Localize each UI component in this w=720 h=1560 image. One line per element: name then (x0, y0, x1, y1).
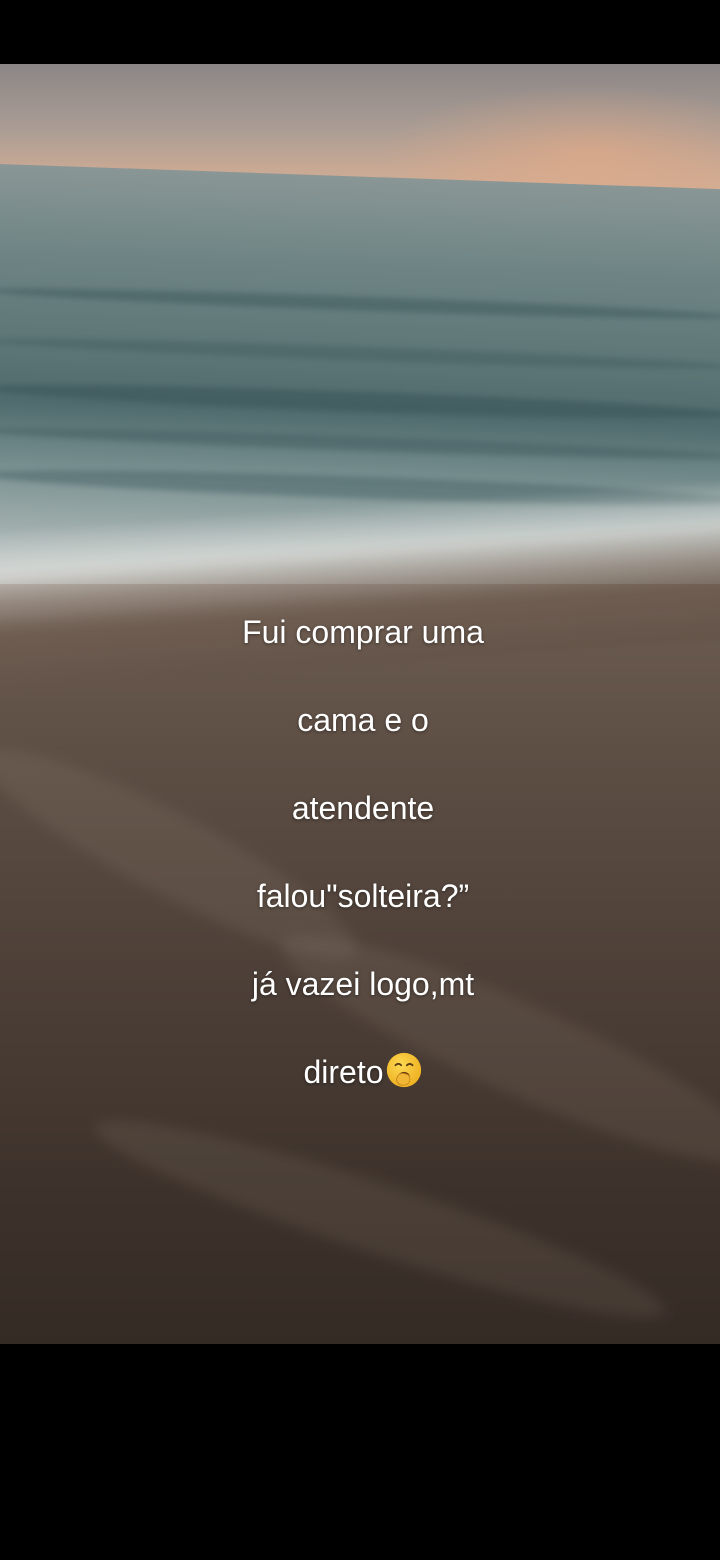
caption-line: falou"solteira?” (256, 878, 470, 914)
wave (0, 283, 720, 324)
caption-line: cama e o (297, 702, 429, 738)
caption-line: atendente (291, 790, 435, 826)
wave (0, 378, 720, 425)
caption-line-text: direto (303, 1054, 384, 1090)
yawning-face-icon (386, 1052, 421, 1088)
wave (0, 423, 720, 464)
screen: Fui comprar uma cama e o atendente falou… (0, 0, 720, 1560)
caption-line: já vazei logo,mt (251, 966, 475, 1002)
wave (0, 333, 720, 374)
caption-line: Fui comprar uma (242, 614, 484, 650)
caption-line-last: direto (150, 1050, 576, 1094)
video-caption: Fui comprar uma cama e o atendente falou… (150, 566, 576, 1138)
